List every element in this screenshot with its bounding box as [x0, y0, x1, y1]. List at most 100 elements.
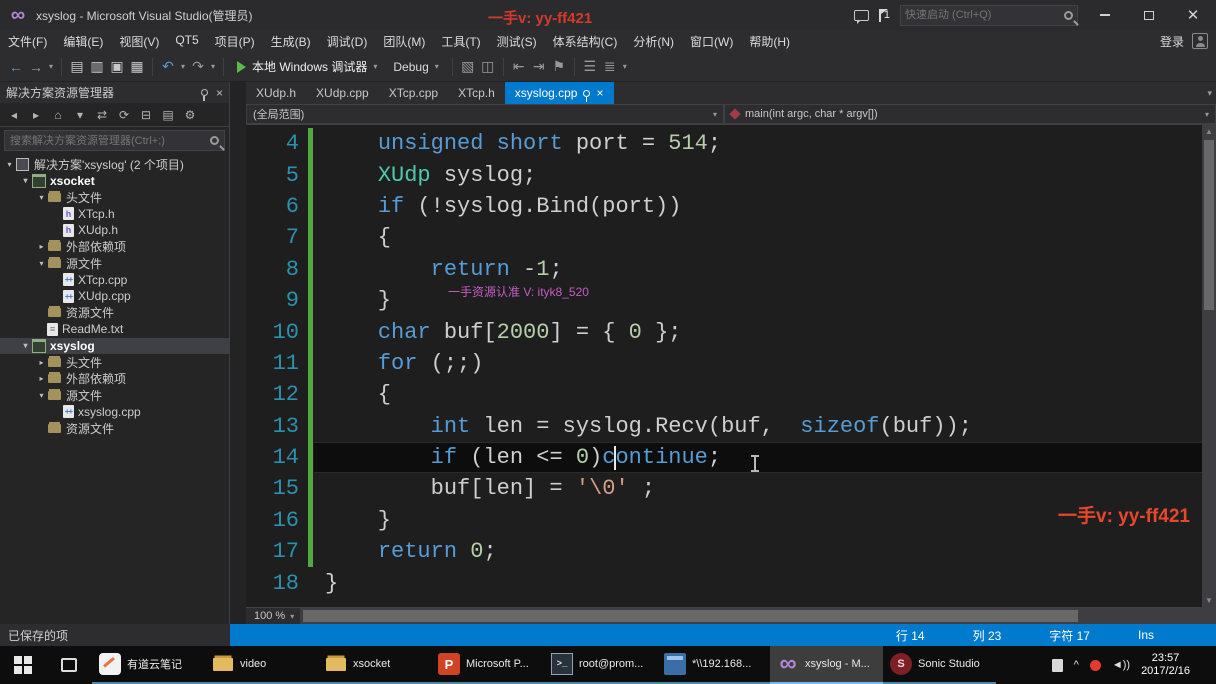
chevron-expanded-icon[interactable]: ▾	[36, 193, 47, 202]
properties-icon[interactable]: ⚙	[180, 106, 200, 124]
tree-item-资源文件[interactable]: 资源文件	[0, 420, 229, 437]
nav-forward-icon[interactable]: →	[26, 56, 46, 78]
tree-item-头文件[interactable]: ▾头文件	[0, 189, 229, 206]
maximize-button[interactable]	[1132, 2, 1166, 28]
feedback-icon[interactable]	[854, 10, 869, 21]
chevron-collapsed-icon[interactable]: ▸	[36, 358, 47, 367]
code-line-8[interactable]: 8 return -1;	[246, 254, 1202, 285]
nav-dropdown-icon[interactable]: ▾	[46, 56, 56, 78]
close-tab-icon[interactable]: ×	[596, 87, 603, 99]
tree-item-XUdp.cpp[interactable]: ++XUdp.cpp	[0, 288, 229, 305]
menu-item-4[interactable]: 项目(P)	[207, 31, 263, 52]
close-panel-icon[interactable]: ×	[216, 87, 223, 99]
line-number[interactable]: 7	[246, 225, 308, 250]
show-all-files-icon[interactable]: ▤	[158, 106, 178, 124]
zoom-control[interactable]: 100 % ▾	[246, 610, 300, 622]
code-line-9[interactable]: 9 }	[246, 285, 1202, 316]
uncomment-icon[interactable]: ≣	[600, 56, 620, 78]
undo-dropdown-icon[interactable]: ▾	[178, 56, 188, 78]
tree-item-源文件[interactable]: ▾源文件	[0, 255, 229, 272]
start-button[interactable]	[0, 646, 46, 684]
tab-XUdp.cpp[interactable]: XUdp.cpp	[306, 82, 379, 104]
taskbar-item-有道云笔记[interactable]: 有道云笔记	[92, 646, 205, 684]
menu-item-7[interactable]: 团队(M)	[375, 31, 433, 52]
line-number[interactable]: 5	[246, 163, 308, 188]
chevron-expanded-icon[interactable]: ▾	[36, 259, 47, 268]
collapse-all-icon[interactable]: ⊟	[136, 106, 156, 124]
explorer-forward-icon[interactable]: ▸	[26, 106, 46, 124]
redo-dropdown-icon[interactable]: ▾	[208, 56, 218, 78]
quick-launch-input[interactable]	[905, 9, 1064, 21]
menu-item-2[interactable]: 视图(V)	[111, 31, 167, 52]
status-char[interactable]: 字符 17	[1049, 627, 1090, 644]
explorer-back-icon[interactable]: ◂	[4, 106, 24, 124]
tree-item-XTcp.h[interactable]: hXTcp.h	[0, 206, 229, 223]
tab-XTcp.h[interactable]: XTcp.h	[448, 82, 505, 104]
taskbar-clock[interactable]: 23:57 2017/2/16	[1141, 652, 1194, 678]
hidden-icons-chevron[interactable]: ^	[1074, 659, 1079, 671]
tree-item-头文件[interactable]: ▸头文件	[0, 354, 229, 371]
vertical-scrollbar[interactable]: ▲ ▼	[1202, 125, 1216, 607]
tab-xsyslog.cpp[interactable]: xsyslog.cpp×	[505, 82, 614, 104]
menu-item-1[interactable]: 编辑(E)	[55, 31, 111, 52]
tree-item-资源文件[interactable]: 资源文件	[0, 305, 229, 322]
line-number[interactable]: 17	[246, 539, 308, 564]
comment-icon[interactable]: ☰	[580, 56, 600, 78]
menu-item-5[interactable]: 生成(B)	[263, 31, 319, 52]
menu-item-13[interactable]: 帮助(H)	[741, 31, 798, 52]
tray-red-icon[interactable]	[1090, 660, 1101, 671]
member-dropdown[interactable]: main(int argc, char * argv[]) ▾	[724, 104, 1216, 124]
volume-icon[interactable]: ◄))	[1112, 659, 1130, 671]
sign-in-link[interactable]: 登录	[1160, 33, 1184, 50]
code-line-7[interactable]: 7 {	[246, 222, 1202, 253]
tray-app-icon[interactable]	[1052, 659, 1063, 672]
menu-item-12[interactable]: 窗口(W)	[682, 31, 741, 52]
new-file-icon[interactable]: ▤	[67, 56, 87, 78]
line-number[interactable]: 6	[246, 194, 308, 219]
tree-item-xsocket[interactable]: ▾xsocket	[0, 173, 229, 190]
save-all-icon[interactable]: ▦	[127, 56, 147, 78]
taskbar-item-xsyslog - M...[interactable]: ∞xsyslog - M...	[770, 646, 883, 684]
tree-item-解决方案'xsyslog' (2 个项目)[interactable]: ▾解决方案'xsyslog' (2 个项目)	[0, 156, 229, 173]
chevron-expanded-icon[interactable]: ▾	[4, 160, 15, 169]
line-number[interactable]: 13	[246, 414, 308, 439]
tree-item-外部依赖项[interactable]: ▸外部依赖项	[0, 239, 229, 256]
open-file-icon[interactable]: ▥	[87, 56, 107, 78]
taskbar-item-xsocket[interactable]: xsocket	[318, 646, 431, 684]
menu-item-10[interactable]: 体系结构(C)	[545, 31, 626, 52]
notifications-button[interactable]: 1	[879, 9, 890, 22]
home-icon[interactable]: ⌂	[48, 106, 68, 124]
start-debug-button[interactable]: 本地 Windows 调试器 ▾	[229, 56, 385, 78]
code-line-17[interactable]: 17 return 0;	[246, 536, 1202, 567]
sync-icon[interactable]: ⇄	[92, 106, 112, 124]
profiler-icon[interactable]: ▧	[458, 56, 478, 78]
horizontal-scrollbar[interactable]	[300, 608, 1216, 624]
line-number[interactable]: 9	[246, 288, 308, 313]
line-number[interactable]: 12	[246, 382, 308, 407]
vertical-scrollbar-thumb[interactable]	[1204, 140, 1214, 310]
scope-dropdown[interactable]: (全局范围) ▾	[246, 104, 724, 124]
tab-XUdp.h[interactable]: XUdp.h	[246, 82, 306, 104]
chevron-expanded-icon[interactable]: ▾	[20, 341, 31, 350]
line-number[interactable]: 11	[246, 351, 308, 376]
minimize-button[interactable]	[1088, 2, 1122, 28]
chevron-expanded-icon[interactable]: ▾	[20, 176, 31, 185]
save-icon[interactable]: ▣	[107, 56, 127, 78]
code-line-14[interactable]: 14 if (len <= 0)continue;	[246, 442, 1202, 473]
nav-back-icon[interactable]: ←	[6, 56, 26, 78]
code-line-12[interactable]: 12 {	[246, 379, 1202, 410]
user-profile-icon[interactable]	[1192, 33, 1208, 49]
attach-process-icon[interactable]: ◫	[478, 56, 498, 78]
line-number[interactable]: 15	[246, 476, 308, 501]
pin-icon[interactable]	[201, 89, 208, 96]
outdent-icon[interactable]: ⇤	[509, 56, 529, 78]
code-line-6[interactable]: 6 if (!syslog.Bind(port))	[246, 191, 1202, 222]
menu-item-8[interactable]: 工具(T)	[433, 31, 488, 52]
code-line-10[interactable]: 10 char buf[2000] = { 0 };	[246, 316, 1202, 347]
line-number[interactable]: 18	[246, 571, 308, 596]
pin-icon[interactable]	[583, 90, 590, 97]
tree-item-xsyslog[interactable]: ▾xsyslog	[0, 338, 229, 355]
line-number[interactable]: 16	[246, 508, 308, 533]
line-number[interactable]: 10	[246, 320, 308, 345]
code-line-15[interactable]: 15 buf[len] = '\0' ;	[246, 473, 1202, 504]
